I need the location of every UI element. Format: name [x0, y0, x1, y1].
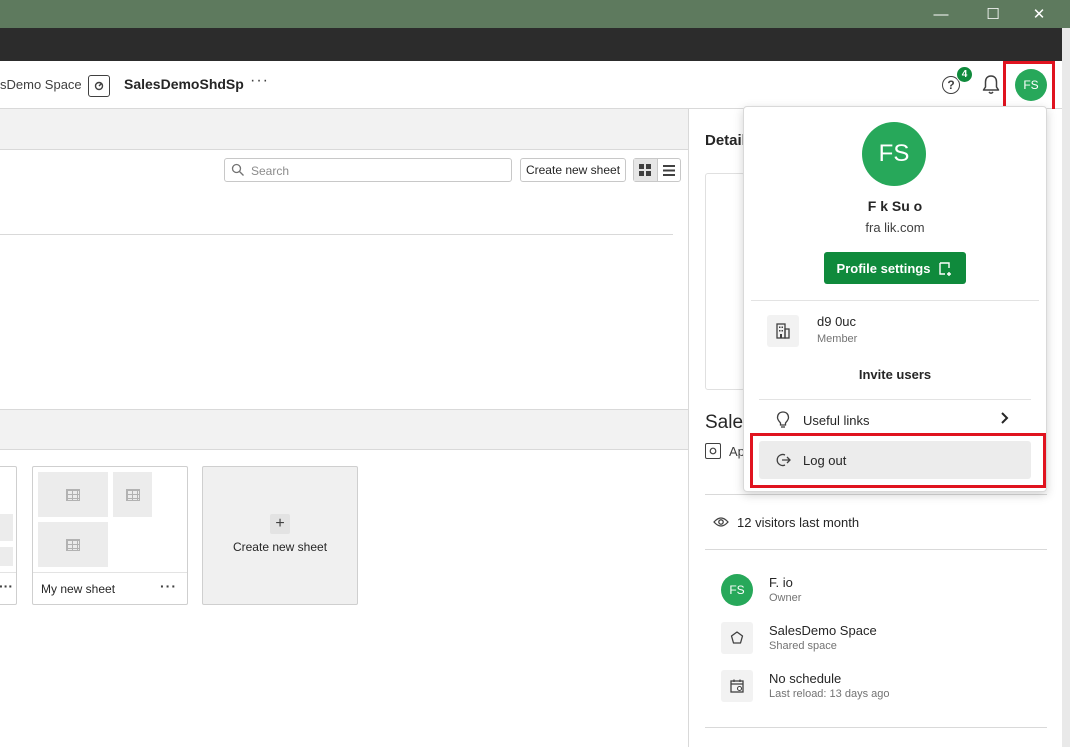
- divider: [759, 399, 1031, 400]
- tenant-role: Member: [817, 333, 858, 345]
- sheet-card-label: My new sheet: [41, 582, 116, 596]
- profile-settings-button[interactable]: Profile settings: [824, 252, 966, 284]
- divider: [705, 494, 1047, 495]
- browser-toolbar: [0, 28, 1062, 61]
- sheet-thumbnail: [38, 522, 108, 567]
- grid-view-icon[interactable]: [634, 159, 658, 181]
- help-badge: 4: [956, 66, 973, 83]
- details-title: Detail: [705, 132, 746, 149]
- divider: [0, 234, 673, 235]
- invite-users-link[interactable]: Invite users: [743, 367, 1047, 382]
- bulb-icon: [776, 411, 790, 429]
- card-more-button[interactable]: ···: [0, 578, 13, 594]
- calendar-icon: [721, 670, 753, 702]
- divider: [705, 549, 1047, 550]
- app-title[interactable]: SalesDemoShdSp: [124, 76, 244, 92]
- create-sheet-card[interactable]: + Create new sheet: [202, 466, 358, 605]
- search-placeholder: Search: [251, 164, 290, 178]
- table-icon: [125, 488, 140, 501]
- divider: [751, 300, 1039, 301]
- sheet-thumbnail: [0, 514, 13, 541]
- profile-user-email: fra lik.com: [865, 220, 925, 235]
- app-preview: [705, 173, 745, 390]
- plus-icon: +: [270, 514, 290, 534]
- space-type: Shared space: [769, 640, 837, 652]
- sheet-thumbnail: [38, 472, 108, 517]
- external-link-icon: [939, 261, 952, 276]
- visitors-count: 12 visitors last month: [737, 515, 860, 530]
- app-more-button[interactable]: ···: [250, 72, 269, 90]
- card-footer: ···: [0, 572, 16, 604]
- last-reload: Last reload: 13 days ago: [769, 688, 890, 700]
- sheet-thumbnail: [0, 547, 13, 566]
- space-name[interactable]: SalesDemo Space: [769, 623, 877, 638]
- sheet-card[interactable]: My new sheet ···: [32, 466, 188, 605]
- card-footer: My new sheet ···: [33, 572, 187, 604]
- owner-name: F. io: [769, 575, 793, 590]
- highlight-logout: [750, 433, 1046, 488]
- card-more-button[interactable]: ···: [160, 578, 177, 594]
- useful-links-item[interactable]: Useful links: [803, 413, 869, 428]
- bell-icon[interactable]: [981, 74, 1001, 96]
- create-sheet-button[interactable]: Create new sheet: [520, 158, 626, 182]
- section-header-band: [0, 409, 688, 450]
- app-icon: [88, 75, 110, 97]
- view-toggle: [633, 158, 681, 182]
- minimize-button[interactable]: —: [918, 0, 964, 28]
- owner-avatar: FS: [721, 574, 753, 606]
- maximize-button[interactable]: ☐: [970, 0, 1016, 28]
- list-view-icon[interactable]: [658, 159, 681, 181]
- app-icon: [705, 443, 721, 459]
- breadcrumb-space[interactable]: sDemo Space: [0, 77, 82, 92]
- profile-avatar: FS: [862, 122, 926, 186]
- schedule-status: No schedule: [769, 671, 842, 686]
- eye-icon: [713, 516, 729, 528]
- tenant-name[interactable]: d9 0uc: [817, 314, 856, 329]
- table-icon: [66, 488, 80, 501]
- chevron-right-icon[interactable]: [1000, 411, 1010, 430]
- table-icon: [66, 538, 80, 551]
- owner-role: Owner: [769, 592, 802, 604]
- section-header-band: [0, 109, 688, 150]
- profile-settings-label: Profile settings: [836, 260, 931, 276]
- close-button[interactable]: ✕: [1016, 0, 1062, 28]
- divider: [705, 727, 1047, 728]
- sheet-card-partial[interactable]: ···: [0, 466, 17, 605]
- scrollbar[interactable]: [1062, 28, 1070, 747]
- space-icon: [721, 622, 753, 654]
- sheet-thumbnail: [113, 472, 152, 517]
- create-sheet-card-label: Create new sheet: [232, 540, 328, 554]
- window-titlebar: [0, 0, 1070, 28]
- search-icon: [231, 163, 245, 177]
- profile-user-name: F k Su o: [867, 198, 923, 214]
- building-icon: [767, 315, 799, 347]
